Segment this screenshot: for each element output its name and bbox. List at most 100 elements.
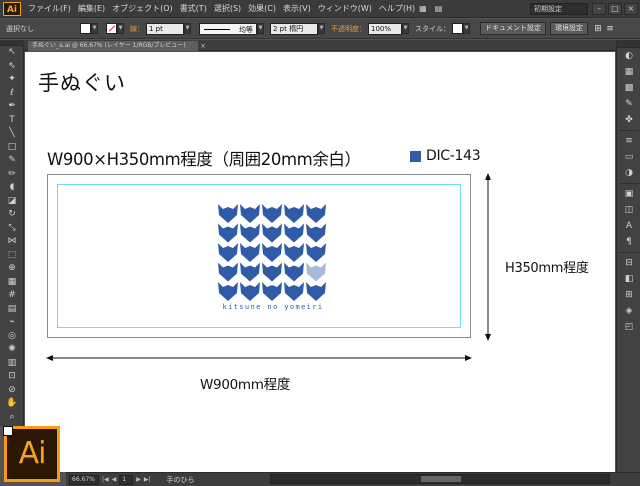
paragraph-icon[interactable]: ¶ [617, 234, 640, 250]
blob-brush-tool-icon[interactable]: ◖ [0, 181, 24, 195]
align-panel-icon[interactable]: ⊟ [617, 255, 640, 271]
layers-icon[interactable]: ◈ [617, 303, 640, 319]
workspace-switcher[interactable]: 初期設定 [530, 2, 588, 15]
menu-bar: Ai ファイル(F) 編集(E) オブジェクト(O) 書式(T) 選択(S) 効… [0, 0, 640, 18]
brushes-icon[interactable]: ✎ [617, 96, 640, 112]
dock-grip[interactable] [617, 40, 640, 48]
pathfinder-icon[interactable]: ◧ [617, 271, 640, 287]
hand-tool-icon[interactable]: ✋ [0, 397, 24, 411]
artboard-number-field[interactable]: 1 [119, 474, 134, 485]
stroke-panel-icon[interactable]: ≡ [617, 133, 640, 149]
control-menu-icon[interactable]: ≡ [604, 23, 616, 35]
scale-tool-icon[interactable]: ⤡ [0, 222, 24, 236]
style-label: スタイル： [415, 24, 450, 33]
width-dimension-label: W900mm程度 [200, 377, 291, 393]
scrollbar-thumb[interactable] [421, 476, 461, 482]
menu-edit[interactable]: 編集(E) [78, 3, 105, 14]
stroke-label[interactable]: 線： [130, 24, 144, 34]
close-tab-icon[interactable]: × [200, 41, 206, 51]
magic-wand-tool-icon[interactable]: ✦ [0, 73, 24, 87]
document-setup-button[interactable]: ドキュメント設定 [480, 22, 546, 35]
height-dimension-label: H350mm程度 [505, 261, 589, 276]
direct-selection-tool-icon[interactable]: ⇖ [0, 60, 24, 74]
stroke-weight-field[interactable]: 1 pt [146, 22, 184, 35]
stroke-weight-dropdown[interactable]: ▼ [184, 23, 191, 34]
gradient-panel-icon[interactable]: ▭ [617, 149, 640, 165]
close-window-button[interactable]: × [624, 2, 638, 15]
column-graph-tool-icon[interactable]: ▥ [0, 357, 24, 371]
paintbrush-tool-icon[interactable]: ✎ [0, 154, 24, 168]
brush-dropdown[interactable]: ▼ [318, 23, 325, 34]
type-tool-icon[interactable]: T [0, 114, 24, 128]
stroke-dropdown[interactable]: ▼ [117, 23, 124, 34]
graphic-style-swatch[interactable] [452, 23, 463, 34]
maximize-button[interactable]: □ [608, 2, 622, 15]
prev-artboard-icon[interactable]: ◀ [112, 476, 117, 483]
artboard-canvas[interactable]: 手ぬぐい W900×H350mm程度（周囲20mm余白） DIC-143 kit… [25, 52, 615, 472]
horizontal-scrollbar[interactable] [270, 474, 610, 484]
bridge-icon[interactable]: ▦ [419, 4, 427, 13]
document-tab-strip: 手ぬぐい_a.ai @ 66.67% (レイヤー 1/RGB/プレビュー) × [24, 40, 616, 51]
lasso-tool-icon[interactable]: ℓ [0, 87, 24, 101]
width-tool-icon[interactable]: ⋈ [0, 235, 24, 249]
opacity-dropdown[interactable]: ▼ [402, 23, 409, 34]
symbol-sprayer-tool-icon[interactable]: ✺ [0, 343, 24, 357]
align-icon[interactable]: ⊞ [592, 23, 604, 35]
artboards-icon[interactable]: ◰ [617, 319, 640, 335]
opacity-field[interactable]: 100% [368, 22, 402, 35]
mesh-tool-icon[interactable]: # [0, 289, 24, 303]
eyedropper-tool-icon[interactable]: ⌁ [0, 316, 24, 330]
pen-tool-icon[interactable]: ✒ [0, 100, 24, 114]
variable-width-profile[interactable]: 均等 [199, 22, 257, 35]
character-icon[interactable]: A [617, 218, 640, 234]
color-panel-icon[interactable]: ◐ [617, 48, 640, 64]
opacity-label[interactable]: 不透明度： [331, 24, 366, 34]
perspective-grid-tool-icon[interactable]: ▦ [0, 276, 24, 290]
color-guide-icon[interactable]: ▦ [617, 64, 640, 80]
graphic-styles-icon[interactable]: ◫ [617, 202, 640, 218]
rotate-tool-icon[interactable]: ↻ [0, 208, 24, 222]
toolbar-fill-swatch[interactable] [3, 426, 13, 436]
pencil-tool-icon[interactable]: ✏ [0, 168, 24, 182]
artboard-tool-icon[interactable]: ⊡ [0, 370, 24, 384]
free-transform-tool-icon[interactable]: ⬚ [0, 249, 24, 263]
transparency-icon[interactable]: ◑ [617, 165, 640, 181]
next-artboard-icon[interactable]: ▶ [136, 476, 141, 483]
menu-select[interactable]: 選択(S) [214, 3, 241, 14]
first-artboard-icon[interactable]: |◀ [102, 476, 109, 483]
menu-view[interactable]: 表示(V) [283, 3, 311, 14]
menu-effect[interactable]: 効果(C) [248, 3, 276, 14]
fill-dropdown[interactable]: ▼ [91, 23, 98, 34]
transform-icon[interactable]: ⊞ [617, 287, 640, 303]
zoom-level-field[interactable]: 66.67% [69, 474, 99, 485]
menu-file[interactable]: ファイル(F) [28, 3, 71, 14]
swatches-icon[interactable]: ▩ [617, 80, 640, 96]
profile-dropdown[interactable]: ▼ [257, 23, 264, 34]
height-arrow-bottom [485, 334, 491, 341]
menu-window[interactable]: ウィンドウ(W) [318, 3, 372, 14]
appearance-icon[interactable]: ▣ [617, 186, 640, 202]
line-tool-icon[interactable]: ╲ [0, 127, 24, 141]
preferences-button[interactable]: 環境設定 [550, 22, 588, 35]
stroke-swatch[interactable] [106, 23, 117, 34]
eraser-tool-icon[interactable]: ◪ [0, 195, 24, 209]
zoom-tool-icon[interactable]: ⌕ [0, 411, 24, 425]
document-tab[interactable]: 手ぬぐい_a.ai @ 66.67% (レイヤー 1/RGB/プレビュー) [28, 41, 198, 51]
style-dropdown[interactable]: ▼ [463, 23, 470, 34]
arrange-documents-icon[interactable]: ▤ [435, 4, 443, 13]
blend-tool-icon[interactable]: ◎ [0, 330, 24, 344]
shape-builder-tool-icon[interactable]: ⊕ [0, 262, 24, 276]
selection-tool-icon[interactable]: ↖ [0, 46, 24, 60]
slice-tool-icon[interactable]: ⊘ [0, 384, 24, 398]
last-artboard-icon[interactable]: ▶| [144, 476, 151, 483]
symbols-icon[interactable]: ✤ [617, 112, 640, 128]
menu-help[interactable]: ヘルプ(H) [379, 3, 415, 14]
rectangle-tool-icon[interactable]: □ [0, 141, 24, 155]
gradient-tool-icon[interactable]: ▤ [0, 303, 24, 317]
menu-object[interactable]: オブジェクト(O) [112, 3, 173, 14]
menu-type[interactable]: 書式(T) [180, 3, 207, 14]
minimize-button[interactable]: – [592, 2, 606, 15]
brush-definition-field[interactable]: 2 pt 楕円 [270, 22, 318, 35]
tools-panel: ↖ ⇖ ✦ ℓ ✒ T ╲ □ ✎ ✏ ◖ ◪ ↻ ⤡ ⋈ ⬚ ⊕ ▦ # ▤ … [0, 40, 24, 442]
fill-swatch[interactable] [80, 23, 91, 34]
